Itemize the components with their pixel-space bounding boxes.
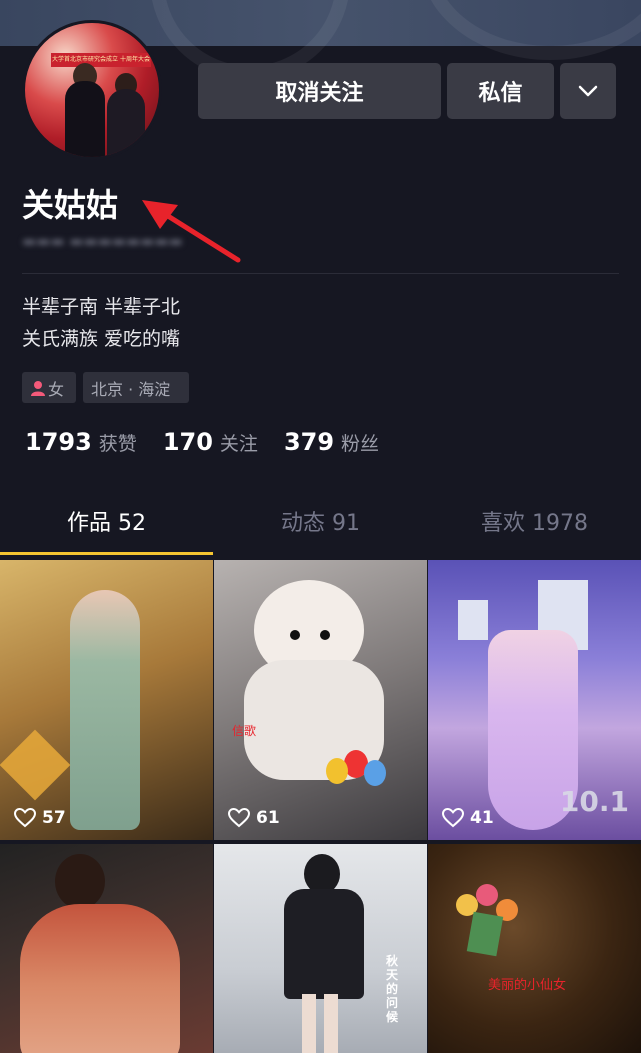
heart-icon xyxy=(228,808,250,828)
like-count: 41 xyxy=(442,808,494,828)
following-label[interactable]: 关注 xyxy=(220,429,258,456)
likes-label: 获赞 xyxy=(98,433,137,455)
video-overlay-text: 10.1 xyxy=(559,785,629,818)
divider xyxy=(22,273,619,274)
chevron-down-icon xyxy=(578,85,598,97)
tab-favorites[interactable]: 喜欢 1978 xyxy=(428,505,641,537)
stats-row: 1793 获赞 170 关注 379 粉丝 xyxy=(25,428,405,456)
video-thumbnail[interactable]: 美丽的小仙女 xyxy=(428,844,641,1053)
like-count: 57 xyxy=(14,808,66,828)
video-overlay-text: 秋天的问候 xyxy=(386,954,399,1024)
avatar-banner-text: 大学首北京市研究会成立 十周年大会 xyxy=(51,53,151,67)
video-thumbnail[interactable]: 秋天的问候 xyxy=(214,844,427,1053)
female-icon xyxy=(31,380,45,396)
heart-icon xyxy=(442,808,464,828)
avatar[interactable]: 大学首北京市研究会成立 十周年大会 xyxy=(22,20,162,160)
video-thumbnail[interactable]: 信歌 61 xyxy=(214,560,427,840)
more-dropdown-button[interactable] xyxy=(560,63,616,119)
followers-label[interactable]: 粉丝 xyxy=(341,429,379,456)
gender-label: 女 xyxy=(48,379,65,399)
video-thumbnail[interactable]: 57 xyxy=(0,560,213,840)
heart-icon xyxy=(14,808,36,828)
bio-line-2: 关氏满族 爱吃的嘴 xyxy=(22,328,181,350)
unfollow-button[interactable]: 取消关注 xyxy=(198,63,441,119)
like-count: 61 xyxy=(228,808,280,828)
likes-count: 1793 xyxy=(25,428,92,456)
following-count[interactable]: 170 xyxy=(163,428,213,456)
followers-count[interactable]: 379 xyxy=(284,428,334,456)
annotation-arrow-icon xyxy=(142,200,241,263)
video-overlay-text: 信歌 xyxy=(232,724,257,738)
tab-moments[interactable]: 动态 91 xyxy=(214,505,427,537)
active-tab-indicator xyxy=(0,552,213,555)
message-button[interactable]: 私信 xyxy=(447,63,554,119)
video-overlay-text: 美丽的小仙女 xyxy=(488,978,567,993)
tab-works[interactable]: 作品 52 xyxy=(0,505,213,537)
bio-line-1: 半辈子南 半辈子北 xyxy=(22,296,181,318)
gender-tag: 女 xyxy=(22,372,76,403)
video-thumbnail[interactable]: 10.1 41 xyxy=(428,560,641,840)
video-thumbnail[interactable] xyxy=(0,844,213,1053)
profile-name: 关姑姑 xyxy=(22,186,119,224)
location-tag: 北京 · 海淀 xyxy=(83,372,189,403)
location-label: 北京 · 海淀 xyxy=(91,379,171,399)
